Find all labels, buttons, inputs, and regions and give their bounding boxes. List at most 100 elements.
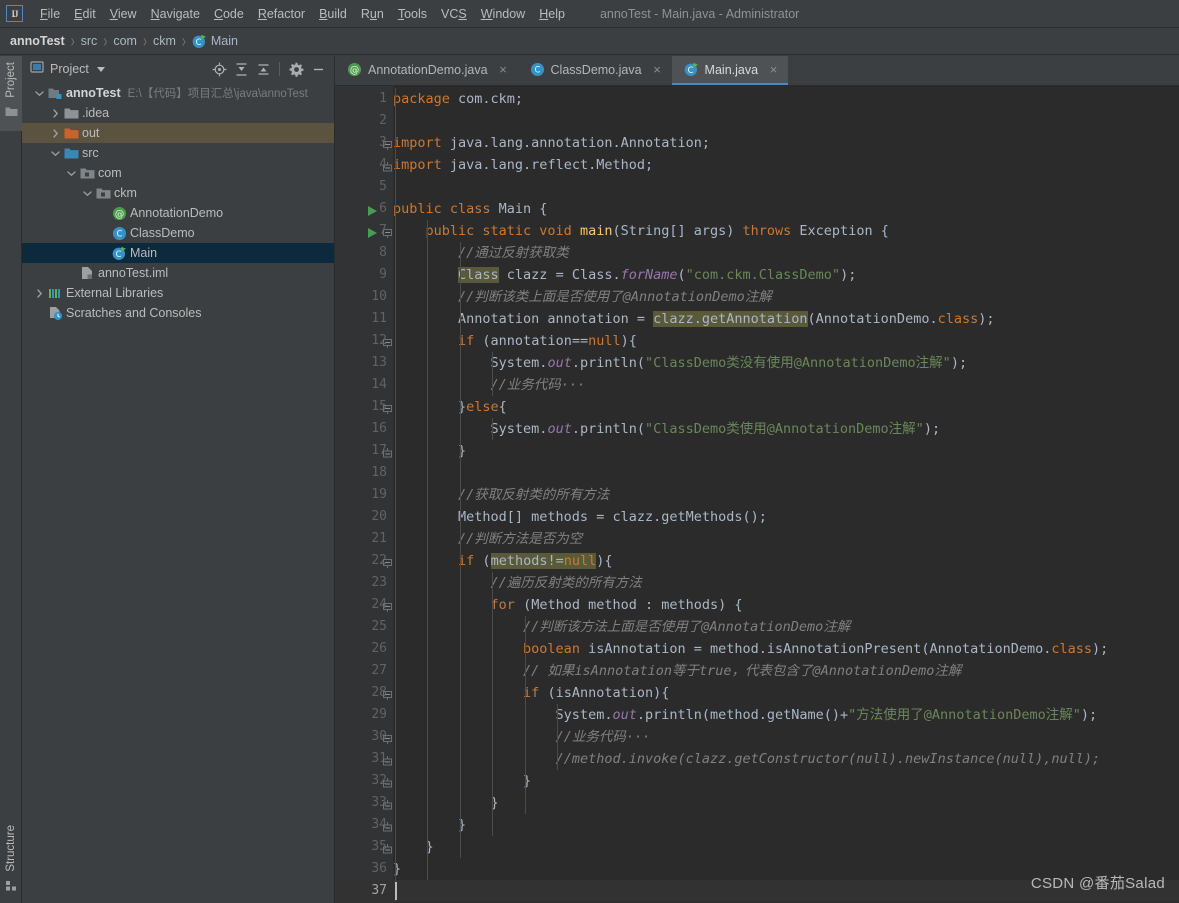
- chevron-right-icon[interactable]: [32, 289, 46, 298]
- chevron-down-icon[interactable]: [64, 169, 78, 178]
- fold-marker-icon[interactable]: [382, 401, 393, 412]
- code-line-15[interactable]: }else{: [393, 396, 1179, 418]
- tree-item-main[interactable]: CMain: [22, 243, 334, 263]
- code-line-23[interactable]: //遍历反射类的所有方法: [393, 572, 1179, 594]
- gutter-line-10[interactable]: 10: [335, 286, 393, 308]
- gutter-line-9[interactable]: 9: [335, 264, 393, 286]
- code-line-37[interactable]: [393, 880, 1179, 902]
- code-line-6[interactable]: public class Main {: [393, 198, 1179, 220]
- code-line-35[interactable]: }: [393, 836, 1179, 858]
- code-line-34[interactable]: }: [393, 814, 1179, 836]
- code-line-16[interactable]: System.out.println("ClassDemo类使用@Annotat…: [393, 418, 1179, 440]
- gutter-line-21[interactable]: 21: [335, 528, 393, 550]
- code-line-30[interactable]: //业务代码···: [393, 726, 1179, 748]
- menu-item-run[interactable]: Run: [354, 4, 391, 24]
- tree-item-src[interactable]: src: [22, 143, 334, 163]
- tool-tab-project[interactable]: Project: [0, 56, 22, 131]
- code-line-1[interactable]: package com.ckm;: [393, 88, 1179, 110]
- gutter-line-20[interactable]: 20: [335, 506, 393, 528]
- tree-item-ckm[interactable]: ckm: [22, 183, 334, 203]
- code-line-29[interactable]: System.out.println(method.getName()+"方法使…: [393, 704, 1179, 726]
- gutter-line-2[interactable]: 2: [335, 110, 393, 132]
- gutter-line-1[interactable]: 1: [335, 88, 393, 110]
- code-editor[interactable]: 1234567891011121314151617181920212223242…: [335, 86, 1179, 903]
- tree-item-annotest[interactable]: annoTestE:\【代码】项目汇总\java\annoTest: [22, 83, 334, 103]
- gutter-line-33[interactable]: 33: [335, 792, 393, 814]
- close-icon[interactable]: ×: [651, 63, 664, 76]
- menu-item-code[interactable]: Code: [207, 4, 251, 24]
- tree-item-annotationdemo[interactable]: @AnnotationDemo: [22, 203, 334, 223]
- code-line-18[interactable]: [393, 462, 1179, 484]
- code-line-25[interactable]: //判断该方法上面是否使用了@AnnotationDemo注解: [393, 616, 1179, 638]
- menu-item-edit[interactable]: Edit: [67, 4, 103, 24]
- fold-marker-icon[interactable]: [382, 753, 393, 764]
- menu-item-window[interactable]: Window: [474, 4, 532, 24]
- code-line-19[interactable]: //获取反射类的所有方法: [393, 484, 1179, 506]
- fold-marker-icon[interactable]: [382, 687, 393, 698]
- gutter-line-5[interactable]: 5: [335, 176, 393, 198]
- code-line-13[interactable]: System.out.println("ClassDemo类没有使用@Annot…: [393, 352, 1179, 374]
- gutter-line-26[interactable]: 26: [335, 638, 393, 660]
- code-line-28[interactable]: if (isAnnotation){: [393, 682, 1179, 704]
- gutter-line-13[interactable]: 13: [335, 352, 393, 374]
- chevron-down-icon[interactable]: [32, 89, 46, 98]
- code-line-24[interactable]: for (Method method : methods) {: [393, 594, 1179, 616]
- gutter-line-4[interactable]: 4: [335, 154, 393, 176]
- menu-item-view[interactable]: View: [103, 4, 144, 24]
- gutter-line-36[interactable]: 36: [335, 858, 393, 880]
- gutter-line-23[interactable]: 23: [335, 572, 393, 594]
- gutter-line-28[interactable]: 28: [335, 682, 393, 704]
- code-line-7[interactable]: public static void main(String[] args) t…: [393, 220, 1179, 242]
- code-line-22[interactable]: if (methods!=null){: [393, 550, 1179, 572]
- tool-tab-structure[interactable]: Structure: [0, 819, 22, 903]
- fold-marker-icon[interactable]: [382, 555, 393, 566]
- gutter-line-29[interactable]: 29: [335, 704, 393, 726]
- collapse-all-icon[interactable]: [253, 59, 273, 79]
- tree-item-out[interactable]: out: [22, 123, 334, 143]
- tree-item-external-libraries[interactable]: External Libraries: [22, 283, 334, 303]
- chevron-right-icon[interactable]: [48, 109, 62, 118]
- editor-tab-classdemo-java[interactable]: CClassDemo.java×: [518, 56, 672, 85]
- chevron-down-icon[interactable]: [80, 189, 94, 198]
- gutter-line-19[interactable]: 19: [335, 484, 393, 506]
- minimize-icon[interactable]: [308, 59, 328, 79]
- breadcrumb-item-com[interactable]: com: [113, 34, 137, 48]
- gutter-line-18[interactable]: 18: [335, 462, 393, 484]
- menu-item-navigate[interactable]: Navigate: [144, 4, 207, 24]
- menu-item-tools[interactable]: Tools: [391, 4, 434, 24]
- menu-item-build[interactable]: Build: [312, 4, 354, 24]
- gutter-line-35[interactable]: 35: [335, 836, 393, 858]
- code-line-31[interactable]: //method.invoke(clazz.getConstructor(nul…: [393, 748, 1179, 770]
- project-tree[interactable]: annoTestE:\【代码】项目汇总\java\annoTest.ideaou…: [22, 82, 334, 903]
- fold-marker-icon[interactable]: [382, 137, 393, 148]
- tree-item-scratches-and-consoles[interactable]: Scratches and Consoles: [22, 303, 334, 323]
- gutter-line-15[interactable]: 15: [335, 396, 393, 418]
- gutter-line-25[interactable]: 25: [335, 616, 393, 638]
- gutter-line-3[interactable]: 3: [335, 132, 393, 154]
- fold-marker-icon[interactable]: [382, 819, 393, 830]
- fold-marker-icon[interactable]: [382, 225, 393, 236]
- gutter-line-31[interactable]: 31: [335, 748, 393, 770]
- editor-tab-annotationdemo-java[interactable]: @AnnotationDemo.java×: [335, 56, 518, 85]
- code-line-33[interactable]: }: [393, 792, 1179, 814]
- code-line-11[interactable]: Annotation annotation = clazz.getAnnotat…: [393, 308, 1179, 330]
- gutter-line-8[interactable]: 8: [335, 242, 393, 264]
- gutter-line-6[interactable]: 6: [335, 198, 393, 220]
- gutter-line-32[interactable]: 32: [335, 770, 393, 792]
- breadcrumb-item-src[interactable]: src: [81, 34, 98, 48]
- code-line-21[interactable]: //判断方法是否为空: [393, 528, 1179, 550]
- editor-gutter[interactable]: 1234567891011121314151617181920212223242…: [335, 86, 393, 903]
- gutter-line-34[interactable]: 34: [335, 814, 393, 836]
- gutter-line-11[interactable]: 11: [335, 308, 393, 330]
- code-line-9[interactable]: Class clazz = Class.forName("com.ckm.Cla…: [393, 264, 1179, 286]
- editor-tab-main-java[interactable]: CMain.java×: [672, 56, 789, 85]
- code-content[interactable]: package com.ckm; import java.lang.annota…: [393, 86, 1179, 903]
- tree-item-annotest-iml[interactable]: annoTest.iml: [22, 263, 334, 283]
- menu-item-vcs[interactable]: VCS: [434, 4, 474, 24]
- gutter-line-22[interactable]: 22: [335, 550, 393, 572]
- fold-marker-icon[interactable]: [382, 797, 393, 808]
- chevron-down-icon[interactable]: [48, 149, 62, 158]
- gutter-line-16[interactable]: 16: [335, 418, 393, 440]
- code-line-3[interactable]: import java.lang.annotation.Annotation;: [393, 132, 1179, 154]
- code-line-4[interactable]: import java.lang.reflect.Method;: [393, 154, 1179, 176]
